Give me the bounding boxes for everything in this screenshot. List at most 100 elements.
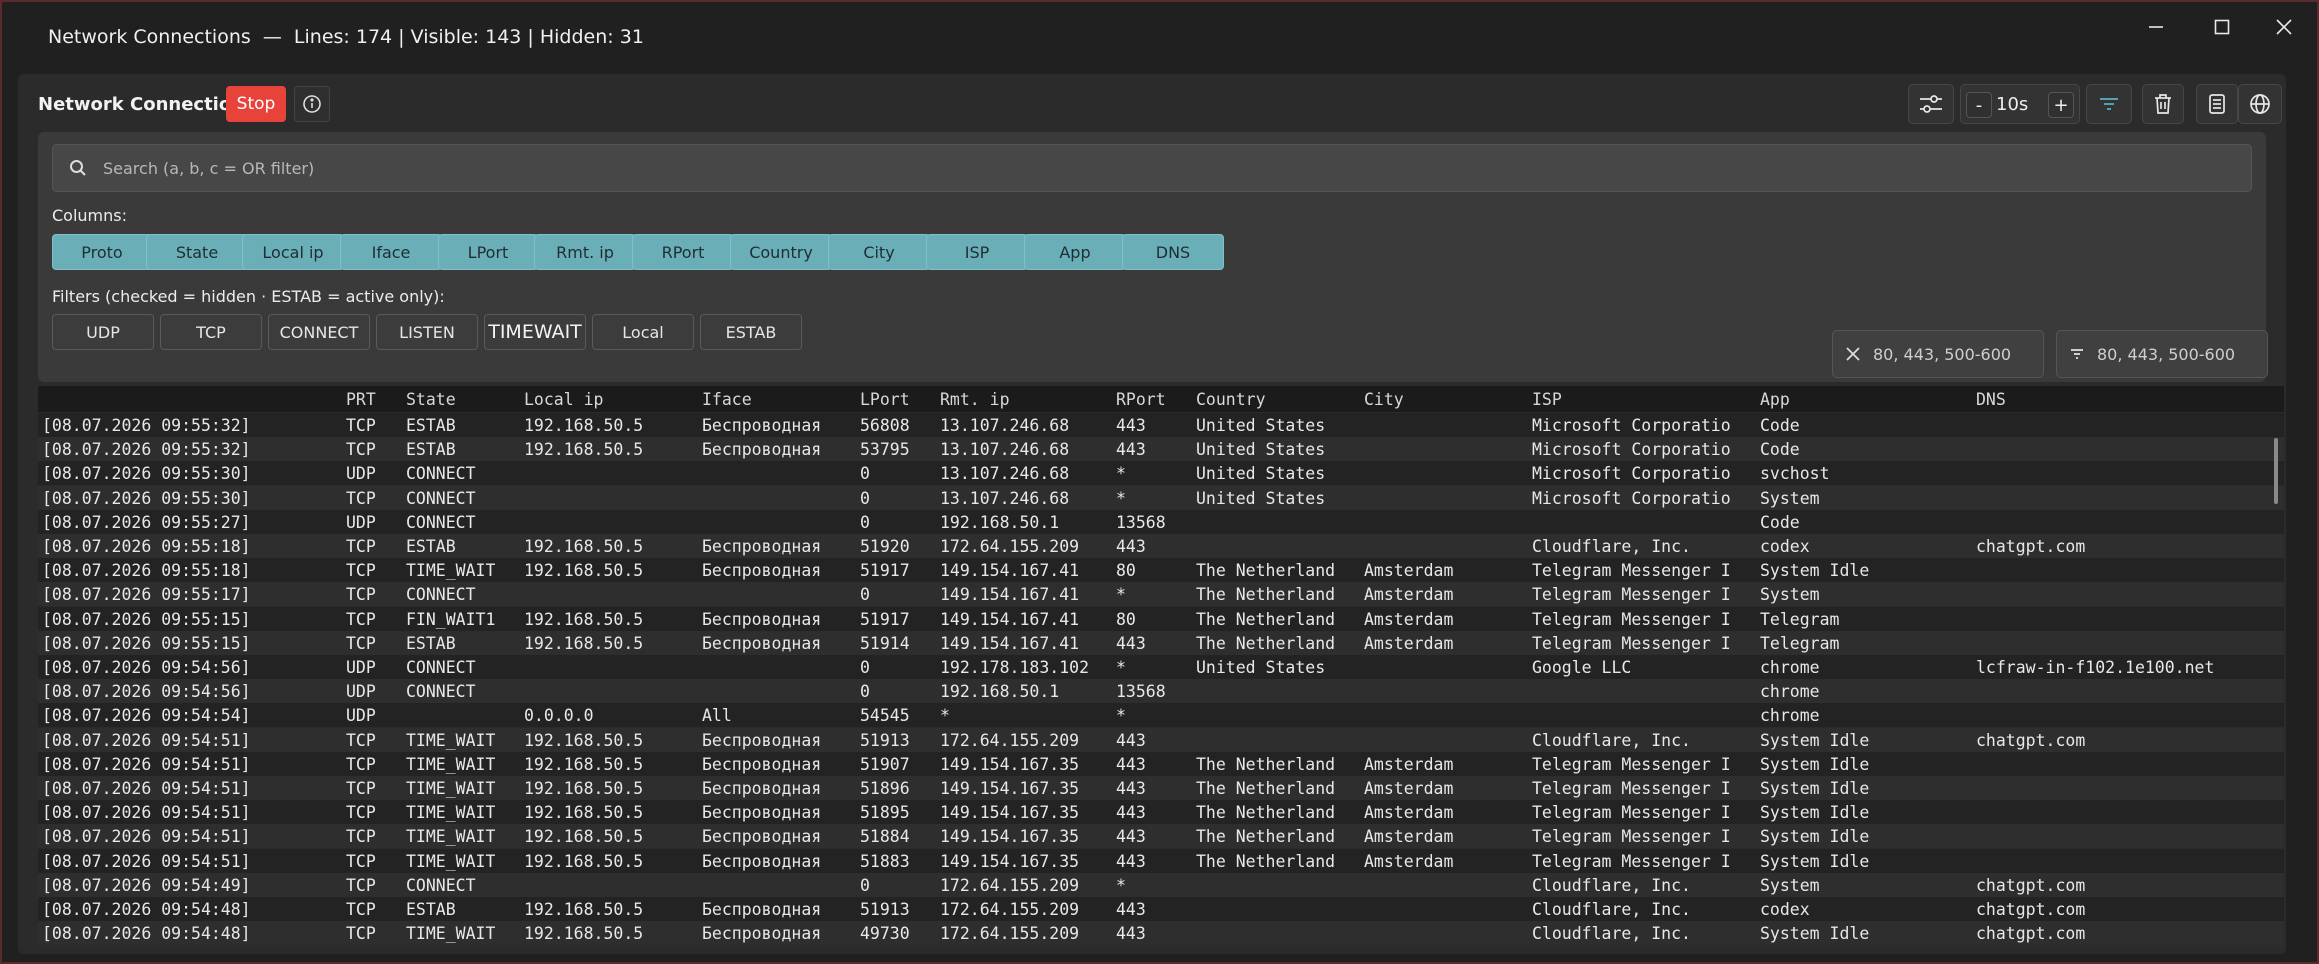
table-row[interactable]: [08.07.2026 09:54:49] TCP CONNECT 0 172.64.1…: [38, 872, 2284, 897]
column-header-app[interactable]: App: [1760, 390, 1790, 409]
column-chip-dns[interactable]: DNS: [1122, 234, 1224, 270]
clear-button[interactable]: [2142, 84, 2184, 124]
table-row[interactable]: [08.07.2026 09:54:51] TCP TIME_WAIT 192.168…: [38, 727, 2284, 752]
table-cell: Беспроводная: [702, 924, 822, 944]
filter-chip-udp[interactable]: UDP: [52, 314, 154, 350]
column-header-isp[interactable]: ISP: [1532, 390, 1562, 409]
table-cell: Беспроводная: [702, 561, 822, 581]
column-header-iface[interactable]: Iface: [702, 390, 752, 409]
table-cell: System: [1760, 875, 1820, 895]
log-button[interactable]: [2196, 84, 2238, 124]
table-cell: 192.168.50.5: [524, 537, 644, 556]
close-button[interactable]: [2264, 10, 2304, 44]
table-row[interactable]: [08.07.2026 09:55:32] TCP ESTAB 192.168.50.…: [38, 437, 2284, 462]
table-row[interactable]: [08.07.2026 09:54:48] TCP ESTAB 192.168.50.…: [38, 897, 2284, 921]
column-header-prt[interactable]: PRT: [346, 390, 376, 409]
minimize-button[interactable]: [2136, 10, 2176, 44]
table-row[interactable]: [08.07.2026 09:54:51] TCP TIME_WAIT 192.168…: [38, 751, 2284, 776]
column-chip-isp[interactable]: ISP: [926, 234, 1028, 270]
column-header-city[interactable]: City: [1364, 390, 1404, 409]
table-cell: Беспроводная: [702, 416, 822, 435]
table-cell: TIME_WAIT: [406, 754, 496, 774]
info-button[interactable]: [294, 86, 330, 122]
table-cell: 51913: [860, 900, 910, 919]
column-header-rmt-ip[interactable]: Rmt. ip: [940, 390, 1010, 409]
geo-lookup-button[interactable]: [2238, 84, 2282, 124]
filter-icon: [2057, 348, 2097, 360]
stop-button[interactable]: Stop: [226, 86, 286, 122]
table-row[interactable]: [08.07.2026 09:55:15] TCP FIN_WAIT1 192.168…: [38, 606, 2284, 631]
table-cell: United States: [1196, 416, 1326, 435]
table-cell: System: [1760, 585, 1820, 605]
table-cell: 443: [1116, 633, 1146, 653]
table-cell: Cloudflare, Inc.: [1532, 730, 1691, 750]
column-header-local-ip[interactable]: Local ip: [524, 390, 603, 409]
table-row[interactable]: [08.07.2026 09:54:54] UDP 0.0.0.0 All 54545 *…: [38, 703, 2284, 728]
table-cell: Cloudflare, Inc.: [1532, 924, 1691, 944]
table-row[interactable]: [08.07.2026 09:55:15] TCP ESTAB 192.168.50.…: [38, 630, 2284, 655]
table-row[interactable]: [08.07.2026 09:54:56] UDP CONNECT 0 192.178.…: [38, 655, 2284, 679]
table-cell: The Netherland: [1196, 779, 1336, 798]
interval-decrease-button[interactable]: -: [1966, 92, 1992, 118]
maximize-button[interactable]: [2202, 10, 2242, 44]
search-input[interactable]: [103, 145, 2233, 191]
table-row[interactable]: [08.07.2026 09:54:51] TCP TIME_WAIT 192.168…: [38, 776, 2284, 800]
port-include-field[interactable]: 80, 443, 500-600: [2056, 330, 2268, 378]
port-exclude-field[interactable]: 80, 443, 500-600: [1832, 330, 2044, 378]
column-chip-local-ip[interactable]: Local ip: [242, 234, 344, 270]
table-cell: 443: [1116, 827, 1146, 847]
table-cell: Google LLC: [1532, 658, 1632, 677]
table-cell: 80: [1116, 561, 1136, 581]
column-chip-app[interactable]: App: [1024, 234, 1126, 270]
table-row[interactable]: [08.07.2026 09:54:48] TCP TIME_WAIT 192.168…: [38, 921, 2284, 946]
column-chip-country[interactable]: Country: [730, 234, 832, 270]
table-cell: Telegram Messenger I: [1532, 609, 1731, 629]
table-cell: Amsterdam: [1364, 803, 1454, 823]
title-bar: Network Connections — Lines: 174 | Visib…: [2, 2, 2317, 72]
column-chip-iface[interactable]: Iface: [340, 234, 442, 270]
minimize-icon: [2149, 26, 2163, 28]
table-row[interactable]: [08.07.2026 09:55:27] UDP CONNECT 0 192.168.…: [38, 509, 2284, 534]
filter-chip-tcp[interactable]: TCP: [160, 314, 262, 350]
table-row[interactable]: [08.07.2026 09:55:30] TCP CONNECT 0 13.107.2…: [38, 485, 2284, 510]
filter-toggle-button[interactable]: [2086, 84, 2132, 124]
table-row[interactable]: [08.07.2026 09:55:30] UDP CONNECT 0 13.107.2…: [38, 461, 2284, 486]
column-header-lport[interactable]: LPort: [860, 390, 910, 409]
column-chip-rport[interactable]: RPort: [632, 234, 734, 270]
table-row[interactable]: [08.07.2026 09:54:51] TCP TIME_WAIT 192.168…: [38, 800, 2284, 825]
filter-chip-local[interactable]: Local: [592, 314, 694, 350]
column-chip-state[interactable]: State: [146, 234, 248, 270]
column-chip-lport[interactable]: LPort: [438, 234, 538, 270]
filter-chip-connect[interactable]: CONNECT: [268, 314, 370, 350]
column-header-rport[interactable]: RPort: [1116, 390, 1166, 409]
column-chip-rmt-ip[interactable]: Rmt. ip: [534, 234, 636, 270]
column-chip-city[interactable]: City: [828, 234, 930, 270]
table-row[interactable]: [08.07.2026 09:54:51] TCP TIME_WAIT 192.168…: [38, 848, 2284, 873]
table-cell: *: [1116, 658, 1126, 677]
interval-increase-button[interactable]: +: [2048, 92, 2074, 118]
column-header-state[interactable]: State: [406, 390, 456, 409]
table-cell: System Idle: [1760, 803, 1870, 823]
table-row[interactable]: [08.07.2026 09:54:56] UDP CONNECT 0 192.168.…: [38, 679, 2284, 704]
table-row[interactable]: [08.07.2026 09:55:32] TCP ESTAB 192.168.50.…: [38, 413, 2284, 437]
column-chip-proto[interactable]: Proto: [52, 234, 152, 270]
filter-chip-timewait[interactable]: TIMEWAIT: [484, 314, 586, 350]
table-row[interactable]: [08.07.2026 09:54:51] TCP TIME_WAIT 192.168…: [38, 824, 2284, 849]
filter-chip-listen[interactable]: LISTEN: [376, 314, 478, 350]
table-scrollbar[interactable]: [2274, 438, 2278, 504]
table-cell: 51896: [860, 779, 910, 798]
column-header-dns[interactable]: DNS: [1976, 390, 2006, 409]
column-header-country[interactable]: Country: [1196, 390, 1266, 409]
table-cell: Беспроводная: [702, 851, 822, 871]
table-row[interactable]: [08.07.2026 09:55:18] TCP ESTAB 192.168.50.…: [38, 534, 2284, 558]
filter-chip-estab[interactable]: ESTAB: [700, 314, 802, 350]
settings-sliders-button[interactable]: [1908, 84, 1954, 124]
table-cell: Telegram: [1760, 609, 1840, 629]
window-title: Network Connections — Lines: 174 | Visib…: [48, 26, 644, 48]
table-row[interactable]: [08.07.2026 09:55:18] TCP TIME_WAIT 192.168…: [38, 558, 2284, 583]
table-cell: 0.0.0.0: [524, 706, 594, 726]
close-icon[interactable]: [1833, 347, 1873, 361]
table-cell: TCP: [346, 488, 376, 508]
table-cell: System Idle: [1760, 924, 1870, 944]
table-row[interactable]: [08.07.2026 09:55:17] TCP CONNECT 0 149.154.…: [38, 582, 2284, 607]
